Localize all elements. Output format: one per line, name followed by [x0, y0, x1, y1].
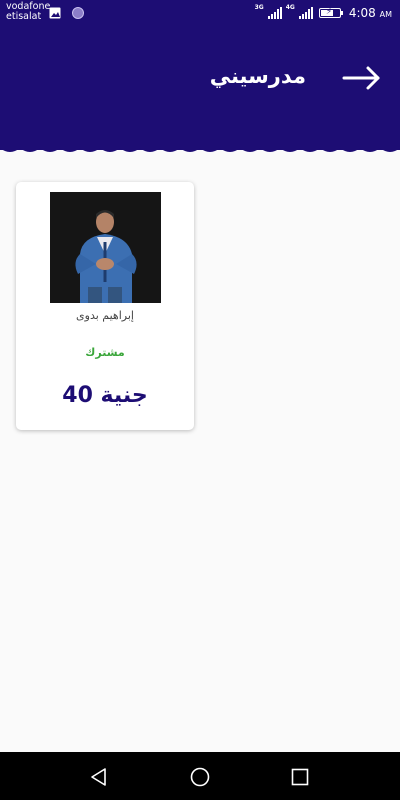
teacher-card[interactable]: إبراهيم بدوى مشترك جنية 40 — [16, 182, 194, 430]
status-bar: vodafone etisalat 3G 4G ⚡ 4:08 AM — [0, 0, 400, 26]
square-recents-icon[interactable] — [289, 766, 311, 788]
signal-bars-icon — [298, 7, 313, 19]
app-header: vodafone etisalat 3G 4G ⚡ 4:08 AM مدرسين… — [0, 0, 400, 150]
teacher-photo — [50, 192, 161, 303]
circle-home-icon[interactable] — [189, 766, 211, 788]
page-title: مدرسيني — [209, 64, 306, 88]
battery-icon: ⚡ — [318, 7, 343, 18]
network-3g-label: 3G — [254, 4, 264, 11]
notification-dot-icon — [72, 7, 84, 19]
triangle-back-icon[interactable] — [88, 766, 110, 788]
subscription-status: مشترك — [85, 346, 125, 359]
clock-time: 4:08 — [348, 6, 376, 20]
carrier-label: vodafone etisalat — [6, 2, 50, 22]
arrow-right-icon[interactable] — [342, 64, 382, 92]
teacher-name: إبراهيم بدوى — [76, 309, 134, 322]
carrier-line-2: etisalat — [6, 11, 42, 22]
header-wave-decoration — [0, 140, 400, 152]
clock: 4:08 AM — [349, 6, 392, 20]
image-notification-icon — [49, 7, 61, 19]
course-price: جنية 40 — [62, 383, 148, 408]
signal-bars-icon — [267, 7, 282, 19]
clock-ampm: AM — [379, 10, 392, 19]
network-4g-label: 4G — [285, 4, 295, 11]
system-nav-bar — [0, 752, 400, 800]
